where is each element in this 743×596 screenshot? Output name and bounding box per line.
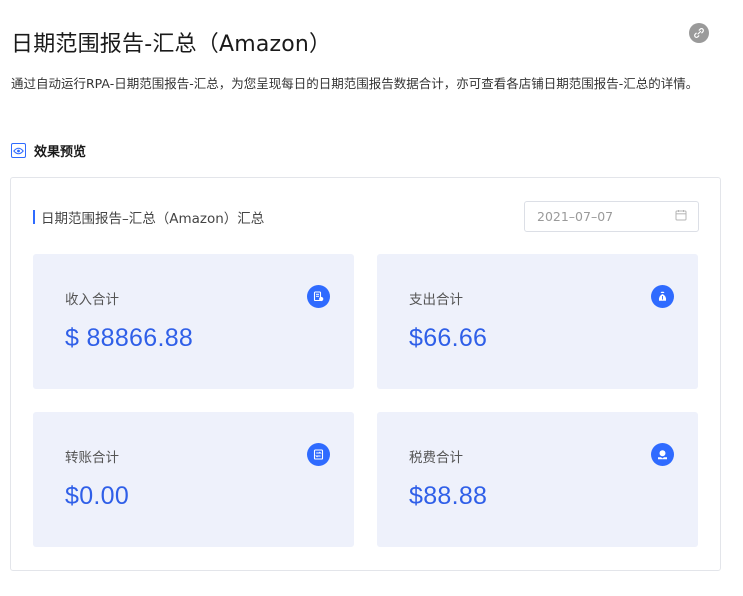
date-value: 2021–07–07	[537, 209, 614, 224]
stat-label: 转账合计	[65, 450, 119, 466]
card-title-text: 日期范围报告–汇总（Amazon）汇总	[41, 211, 265, 227]
tax-icon	[651, 443, 674, 466]
stat-value: $66.66	[409, 324, 488, 352]
link-icon	[693, 24, 705, 43]
stat-label: 收入合计	[65, 292, 119, 308]
stat-card-transfer: 转账合计 $0.00	[33, 412, 354, 547]
stat-value: $ 88866.88	[65, 324, 194, 352]
stat-label: 支出合计	[409, 292, 463, 308]
stat-value: $0.00	[65, 482, 130, 510]
card-title: 日期范围报告–汇总（Amazon）汇总	[33, 207, 264, 227]
section-header: 效果预览	[11, 141, 86, 160]
page-description: 通过自动运行RPA-日期范围报告-汇总，为您呈现每日的日期范围报告数据合计，亦可…	[11, 76, 699, 91]
stat-value: $88.88	[409, 482, 488, 510]
link-button[interactable]	[689, 23, 709, 43]
income-icon	[307, 285, 330, 308]
expense-icon	[651, 285, 674, 308]
stat-card-income: 收入合计 $ 88866.88	[33, 254, 354, 389]
preview-card: 日期范围报告–汇总（Amazon）汇总 2021–07–07 收入合计 $ 88…	[10, 177, 721, 571]
stat-label: 税费合计	[409, 450, 463, 466]
stat-card-expense: 支出合计 $66.66	[377, 254, 698, 389]
eye-icon	[11, 143, 26, 158]
date-picker[interactable]: 2021–07–07	[524, 201, 699, 232]
title-accent-bar	[33, 210, 35, 224]
section-label: 效果预览	[34, 145, 87, 160]
stat-card-tax: 税费合计 $88.88	[377, 412, 698, 547]
calendar-icon	[675, 209, 687, 224]
page-title: 日期范围报告-汇总（Amazon）	[11, 32, 332, 57]
transfer-icon	[307, 443, 330, 466]
